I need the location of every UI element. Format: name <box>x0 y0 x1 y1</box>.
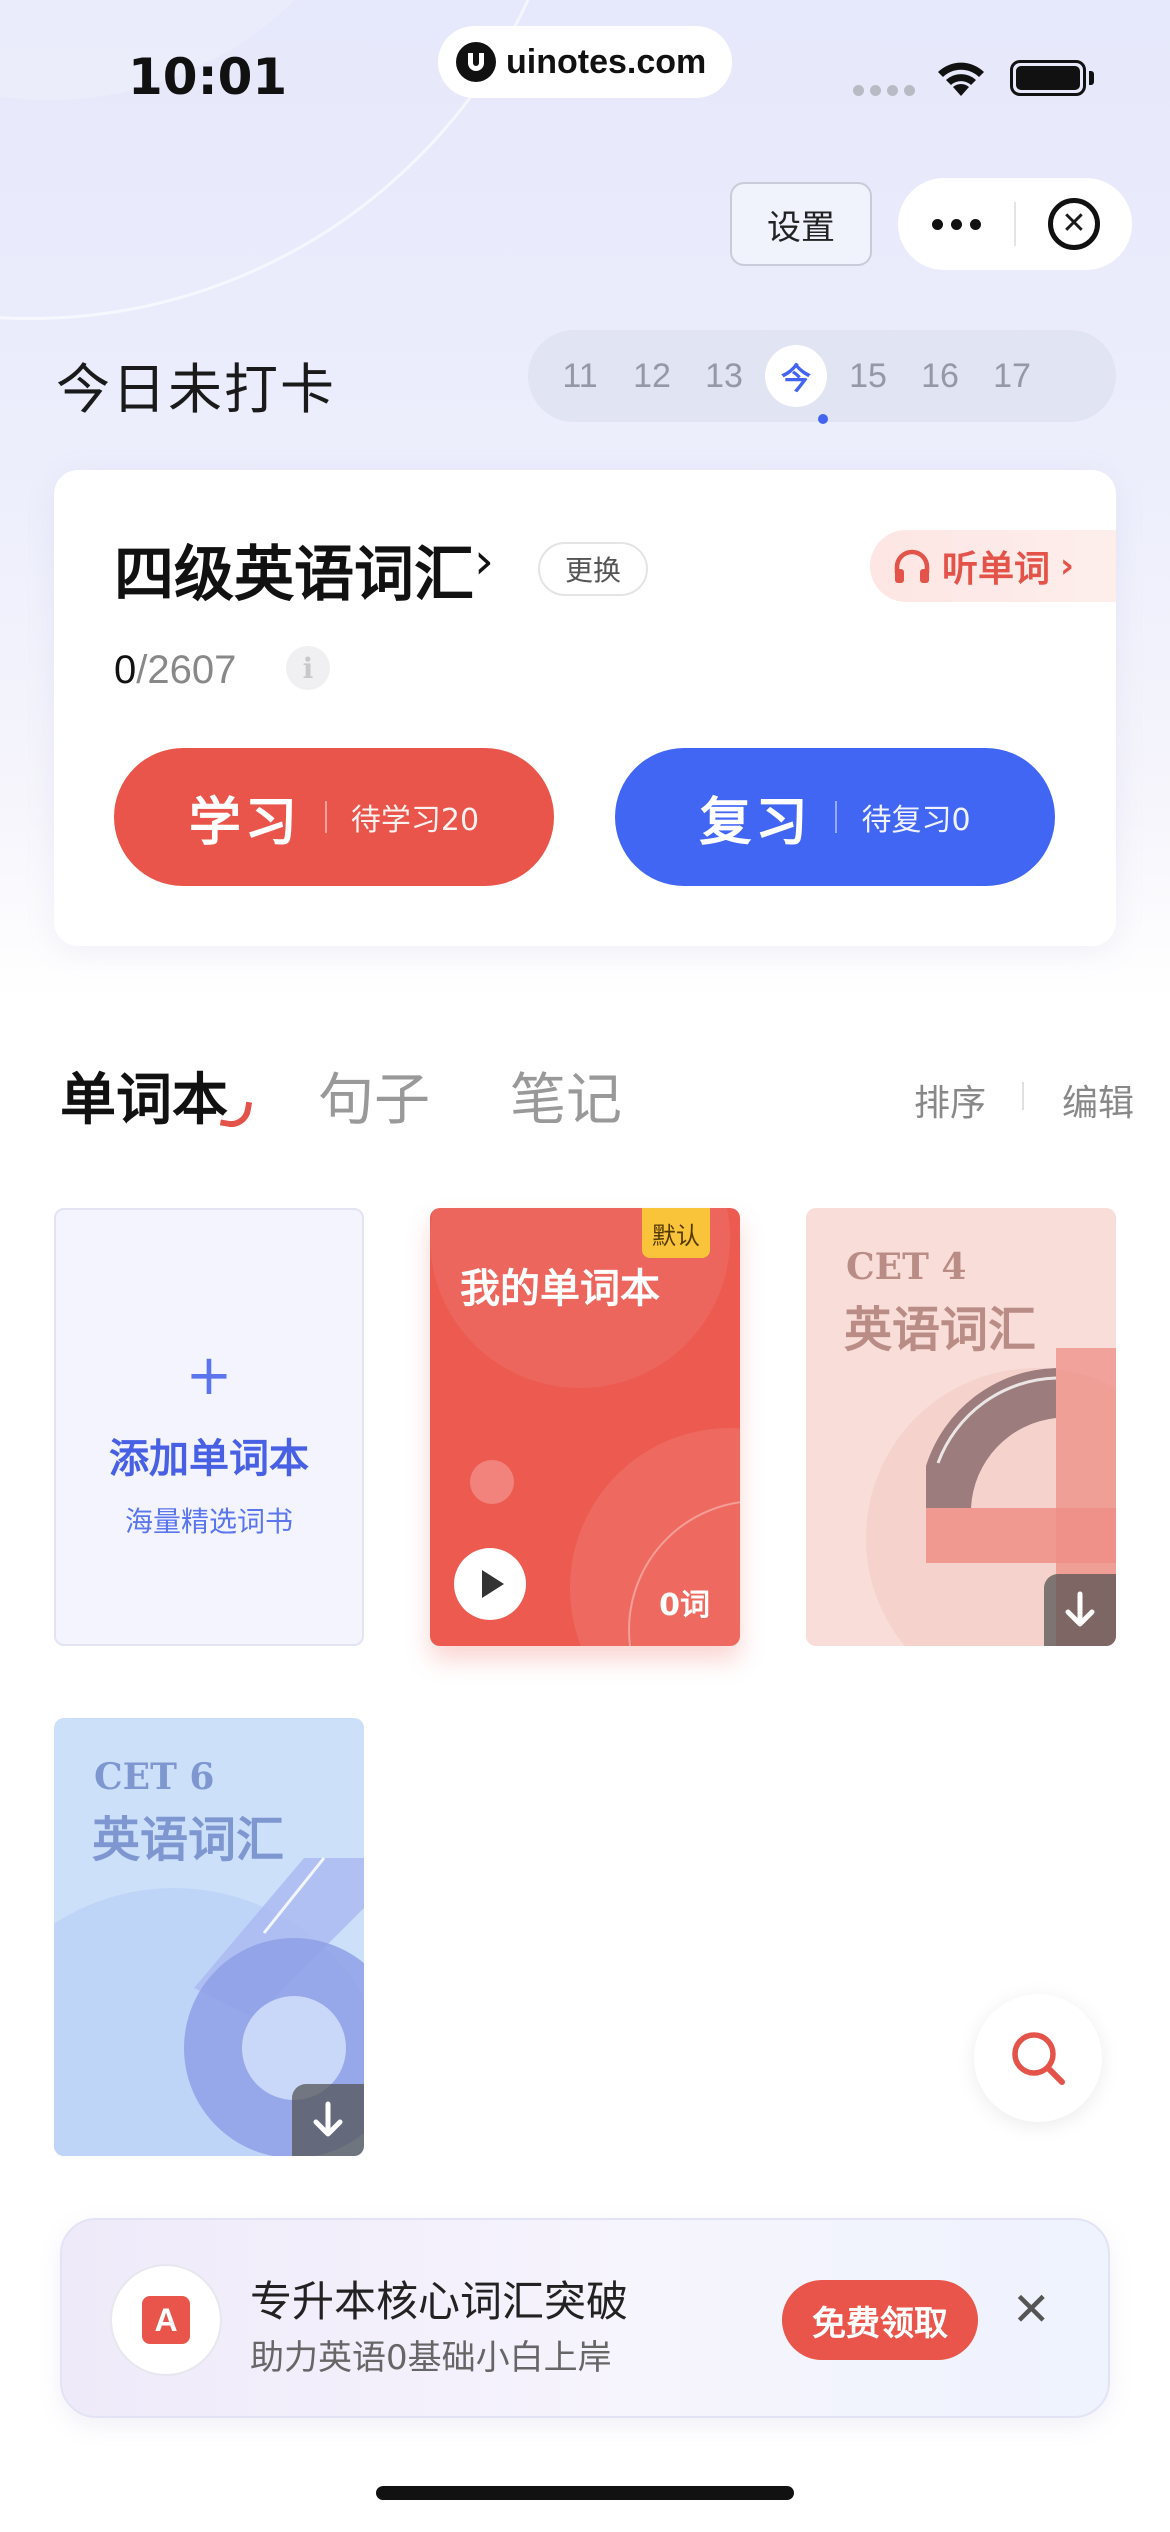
switch-book-button[interactable]: 更换 <box>538 542 648 596</box>
learn-button[interactable]: 学习 待学习20 <box>114 748 554 886</box>
cet6-wordbook-tile[interactable]: CET 6 英语词汇 <box>54 1718 364 2156</box>
review-button[interactable]: 复习 待复习0 <box>615 748 1055 886</box>
date-item[interactable]: 16 <box>904 357 976 396</box>
tab-wordbook[interactable]: 单词本 <box>60 1055 228 1136</box>
review-label: 复习 <box>699 792 812 853</box>
sort-button[interactable]: 排序 <box>914 1074 986 1126</box>
my-wordbook-title: 我的单词本 <box>460 1266 660 1312</box>
promo-title: 专升本核心词汇突破 <box>250 2277 629 2326</box>
search-button[interactable] <box>974 1994 1102 2122</box>
plus-icon: + <box>185 1343 233 1408</box>
promo-logo-icon: A <box>110 2264 222 2376</box>
progress-total: /2607 <box>136 648 237 692</box>
add-wordbook-subtitle: 海量精选词书 <box>124 1505 293 1538</box>
link-divider <box>1022 1082 1024 1110</box>
url-pill: uinotes.com <box>438 26 732 98</box>
download-button[interactable] <box>292 2084 364 2156</box>
search-icon <box>1012 2032 1065 2085</box>
cet4-wordbook-tile[interactable]: CET 4 英语词汇 <box>806 1208 1116 1646</box>
close-circle-icon: ✕ <box>1048 198 1100 250</box>
headphones-icon <box>894 549 930 583</box>
decor-dot <box>470 1460 514 1504</box>
edit-button[interactable]: 编辑 <box>1062 1074 1134 1126</box>
date-item[interactable]: 11 <box>544 357 616 396</box>
download-arrow-icon <box>313 2101 343 2137</box>
play-button[interactable] <box>454 1548 526 1620</box>
learn-pending: 待学习20 <box>350 803 480 838</box>
chevron-right-icon[interactable]: › <box>474 532 494 590</box>
cet6-title: 英语词汇 <box>92 1812 285 1868</box>
home-indicator <box>376 2486 794 2500</box>
review-divider <box>835 801 838 833</box>
promo-banner[interactable]: A 专升本核心词汇突破 助力英语0基础小白上岸 免费领取 ✕ <box>60 2218 1110 2418</box>
info-icon[interactable]: i <box>286 646 330 690</box>
checkin-status-title: 今日未打卡 <box>56 358 336 421</box>
word-count: 0词 <box>659 1588 710 1623</box>
promo-subtitle: 助力英语0基础小白上岸 <box>250 2338 612 2378</box>
week-date-selector: 11 12 13 今 15 16 17 <box>528 330 1116 422</box>
listen-words-label: 听单词 <box>942 549 1051 590</box>
learn-label: 学习 <box>188 792 301 853</box>
cet6-code: CET 6 <box>94 1756 215 1798</box>
mini-program-capsule: ✕ <box>898 178 1132 270</box>
settings-button[interactable]: 设置 <box>730 182 872 266</box>
battery-icon <box>1010 60 1086 96</box>
close-icon[interactable]: ✕ <box>1012 2286 1051 2332</box>
download-arrow-icon <box>1065 1591 1095 1627</box>
battery-cap <box>1089 71 1094 85</box>
learn-divider <box>324 801 327 833</box>
book-name[interactable]: 四级英语词汇 <box>114 526 474 613</box>
wifi-icon <box>938 62 984 96</box>
cet4-code: CET 4 <box>846 1246 967 1288</box>
date-item[interactable]: 17 <box>976 357 1048 396</box>
review-pending: 待复习0 <box>861 803 971 838</box>
download-button[interactable] <box>1044 1574 1116 1646</box>
add-wordbook-tile[interactable]: + 添加单词本 海量精选词书 <box>54 1208 364 1646</box>
promo-logo-letter: A <box>142 2296 190 2344</box>
tab-sentences[interactable]: 句子 <box>318 1055 430 1136</box>
claim-free-button[interactable]: 免费领取 <box>782 2280 978 2360</box>
chevron-right-icon: › <box>1060 546 1075 586</box>
cet4-title: 英语词汇 <box>844 1302 1037 1358</box>
tab-notes[interactable]: 笔记 <box>510 1055 622 1136</box>
url-text: uinotes.com <box>506 42 707 81</box>
listen-words-button[interactable]: 听单词 › <box>870 530 1116 602</box>
my-wordbook-tile[interactable]: 我的单词本 默认 0词 <box>430 1208 740 1646</box>
play-icon <box>482 1570 504 1598</box>
today-indicator-dot <box>818 414 828 424</box>
signal-icon <box>853 85 915 96</box>
tab-active-indicator <box>219 1097 253 1131</box>
current-book-card: 四级英语词汇 › 更换 听单词 › 0/2607 i 学习 待学习20 复习 待… <box>54 470 1116 946</box>
date-item-today[interactable]: 今 <box>765 345 827 407</box>
more-dots-icon[interactable] <box>898 218 1014 230</box>
default-badge: 默认 <box>642 1208 710 1258</box>
status-time: 10:01 <box>128 48 288 106</box>
date-item[interactable]: 15 <box>832 357 904 396</box>
progress-count: 0/2607 <box>114 648 236 693</box>
add-wordbook-title: 添加单词本 <box>109 1436 309 1482</box>
progress-done: 0 <box>114 648 137 692</box>
date-item[interactable]: 13 <box>688 357 760 396</box>
close-button[interactable]: ✕ <box>1016 198 1132 250</box>
date-item[interactable]: 12 <box>616 357 688 396</box>
site-logo-icon <box>456 42 496 82</box>
